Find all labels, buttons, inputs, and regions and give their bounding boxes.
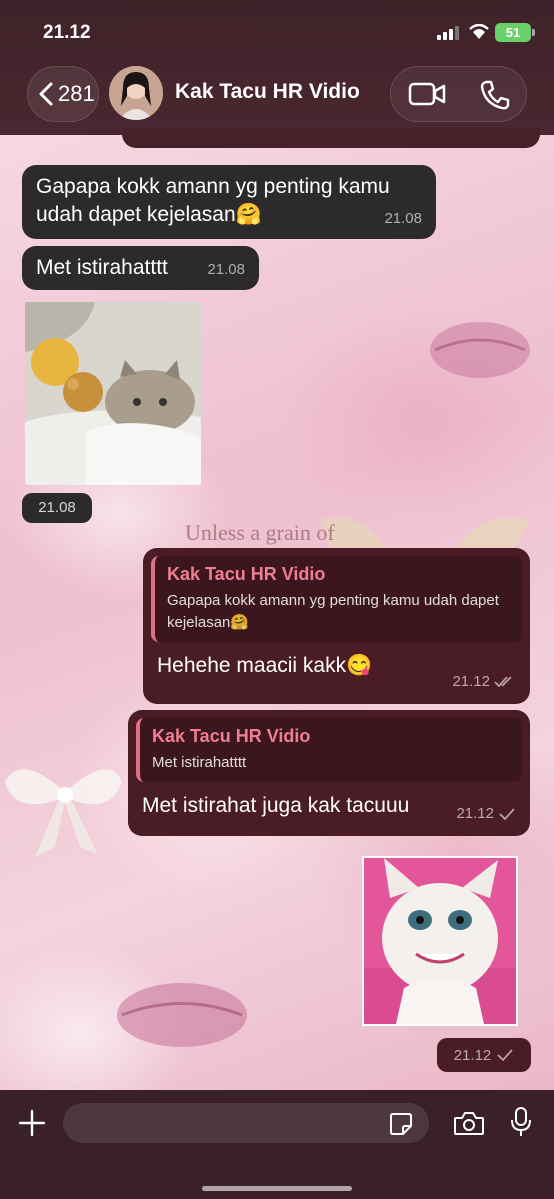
lips-decoration — [430, 322, 530, 378]
photo-time: 21.08 — [22, 493, 92, 523]
quoted-text: Gapapa kokk amann yg penting kamu udah d… — [167, 592, 499, 631]
back-button[interactable]: 281 — [27, 66, 99, 122]
check-icon — [497, 1049, 513, 1062]
outgoing-reply-message[interactable]: Kak Tacu HR Vidio Gapapa kokk amann yg p… — [143, 548, 530, 704]
photo-meta: 21.12 — [437, 1038, 531, 1072]
quoted-message[interactable]: Kak Tacu HR Vidio Met istirahatttt — [136, 718, 522, 782]
quoted-sender: Kak Tacu HR Vidio — [167, 564, 326, 584]
outgoing-reply-message[interactable]: Kak Tacu HR Vidio Met istirahatttt Met i… — [128, 710, 530, 836]
chat-header: 21.12 51 281 Kak Tacu HR Vidio — [0, 0, 554, 135]
message-text: Gapapa kokk amann yg penting kamu udah d… — [36, 175, 390, 226]
wifi-icon — [469, 24, 489, 39]
previous-message-edge — [122, 128, 540, 148]
message-input[interactable] — [63, 1103, 429, 1143]
outgoing-photo-cat-character[interactable] — [362, 856, 518, 1026]
message-time: 21.12 — [456, 805, 494, 822]
microphone-icon[interactable] — [510, 1106, 532, 1138]
contact-avatar[interactable] — [109, 66, 163, 120]
sticker-icon[interactable] — [388, 1111, 414, 1137]
bow-decoration — [5, 769, 122, 857]
camera-icon[interactable] — [453, 1110, 485, 1136]
quoted-message[interactable]: Kak Tacu HR Vidio Gapapa kokk amann yg p… — [151, 556, 522, 642]
call-actions — [390, 66, 527, 122]
cellular-signal-icon — [437, 26, 459, 40]
status-time: 21.12 — [43, 22, 91, 43]
video-call-icon[interactable] — [408, 80, 446, 108]
battery-indicator: 51 — [495, 23, 535, 42]
contact-name[interactable]: Kak Tacu HR Vidio — [175, 80, 360, 104]
wallpaper-text: Unless a grain of — [185, 520, 335, 545]
plus-icon[interactable] — [17, 1108, 47, 1138]
phone-call-icon[interactable] — [479, 79, 511, 111]
message-composer — [0, 1090, 554, 1199]
lips-decoration — [117, 983, 247, 1047]
incoming-photo-cat[interactable] — [25, 302, 201, 485]
home-indicator — [202, 1186, 352, 1191]
incoming-message[interactable]: Gapapa kokk amann yg penting kamu udah d… — [22, 165, 436, 239]
quoted-text: Met istirahatttt — [152, 754, 247, 771]
quoted-sender: Kak Tacu HR Vidio — [152, 726, 311, 746]
message-time: 21.12 — [453, 1046, 492, 1064]
check-icon — [499, 808, 515, 821]
message-time: 21.08 — [207, 261, 245, 278]
double-check-icon — [494, 676, 512, 688]
message-time: 21.12 — [452, 673, 490, 690]
unread-count: 281 — [58, 81, 95, 106]
chevron-left-icon — [39, 82, 53, 106]
message-time: 21.08 — [384, 210, 422, 227]
incoming-message[interactable]: Met istirahatttt 21.08 — [22, 246, 259, 290]
